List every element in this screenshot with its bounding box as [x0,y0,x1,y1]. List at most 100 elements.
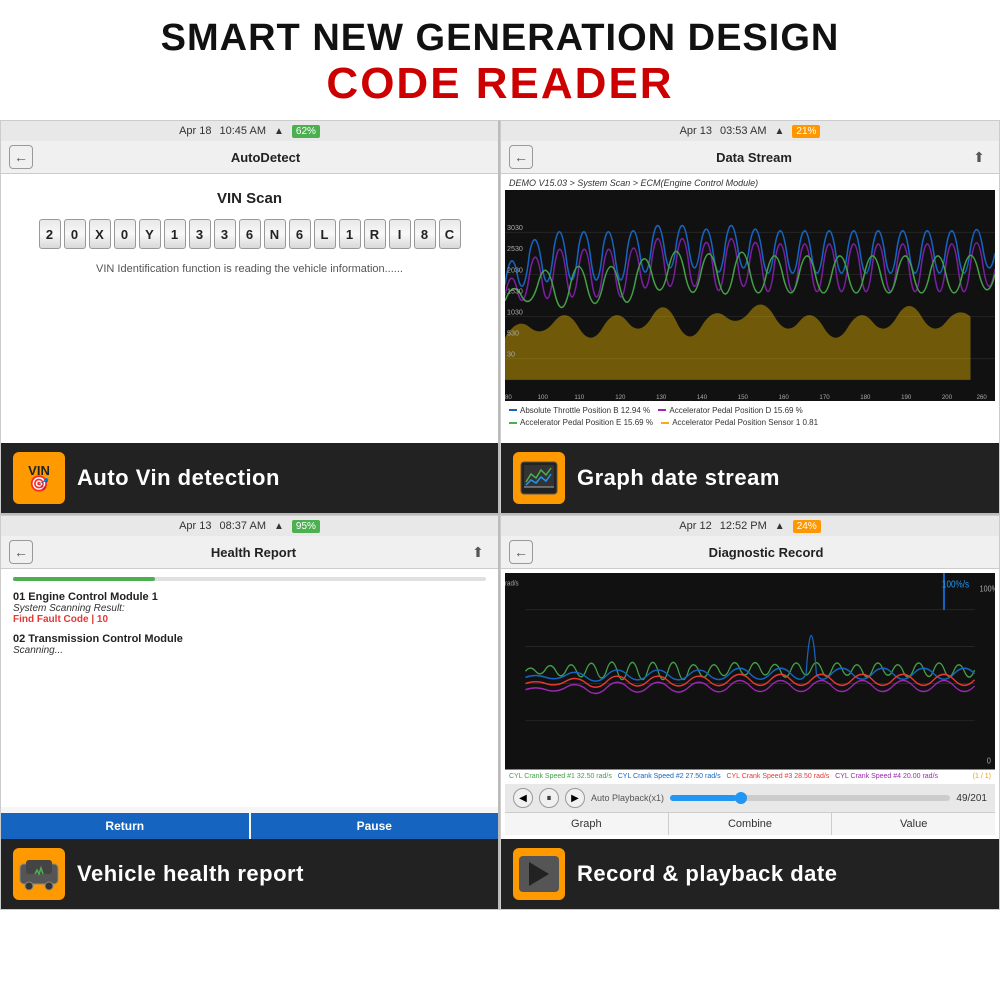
status-date-diag: Apr 12 [679,520,711,532]
diag-panel-content: 100% 0 100%/s [501,569,999,839]
battery-vin: 62% [292,125,320,138]
vin-char: 6 [239,219,261,249]
feature-bar-diag: Record & playback date [501,839,999,909]
vin-scan-area: VIN Scan 20X0Y1336N6L1RI8C VIN Identific… [1,174,498,291]
health-item-2-title: 02 Transmission Control Module [13,633,486,645]
export-icon-ds[interactable]: ⬆ [967,145,991,169]
back-button-diag[interactable]: ← [509,540,533,564]
diagnostic-chart: 100% 0 100%/s [505,573,995,770]
status-bar-diag: Apr 12 12:52 PM ▲ 24% [501,516,999,536]
app-bar-vin: ← AutoDetect [1,141,498,174]
health-progress-fill [13,577,155,581]
panel-data-stream: Apr 13 03:53 AM ▲ 21% ← Data Stream ⬆ DE… [500,120,1000,515]
vin-char: C [439,219,461,249]
app-bar-health: ← Health Report ⬆ [1,536,498,569]
svg-text:200: 200 [942,394,953,401]
app-bar-diag: ← Diagnostic Record [501,536,999,569]
vin-char: 3 [189,219,211,249]
tab-combine[interactable]: Combine [669,813,833,835]
vin-scan-title: VIN Scan [217,190,282,207]
car-health-icon [19,856,59,892]
ds-legend: Absolute Throttle Position B 12.94 % Acc… [505,401,995,430]
header-title-line2: CODE READER [10,60,990,108]
diag-legend-3: CYL Crank Speed #3 28.50 rad/s [726,773,829,780]
next-button[interactable]: ▶ [565,788,585,808]
vin-char: 2 [39,219,61,249]
legend-label-4: Accelerator Pedal Position Sensor 1 0.81 [672,417,818,428]
panel-grid: Apr 18 10:45 AM ▲ 62% ← AutoDetect VIN S… [0,120,1000,910]
diag-feature-icon [513,848,565,900]
health-item-1: 01 Engine Control Module 1 System Scanni… [13,591,486,625]
back-button-health[interactable]: ← [9,540,33,564]
diag-progress-fill [670,795,737,801]
diag-content-area: 100% 0 100%/s [501,569,999,839]
svg-text:2530: 2530 [507,244,523,253]
status-date-vin: Apr 18 [179,125,211,137]
diag-counter: 49/201 [956,793,987,804]
wifi-icon-health: ▲ [274,521,284,532]
svg-text:80: 80 [505,394,512,401]
svg-text:100: 100 [538,394,549,401]
svg-text:0: 0 [987,756,992,766]
wifi-icon-ds: ▲ [774,126,784,137]
diag-controls: ◀ ⏸ ▶ Auto Playback(x1) 49/201 [505,784,995,812]
battery-diag: 24% [793,520,821,533]
vin-char: Y [139,219,161,249]
vin-char: I [389,219,411,249]
diag-progress-thumb [735,792,747,804]
svg-text:130: 130 [656,394,667,401]
return-button[interactable]: Return [1,813,249,839]
diag-legend-2: CYL Crank Speed #2 27.50 rad/s [618,773,721,780]
vin-char: X [89,219,111,249]
vin-code-display: 20X0Y1336N6L1RI8C [39,219,461,249]
svg-text:170: 170 [819,394,830,401]
feature-bar-ds: Graph date stream [501,443,999,513]
vin-char: N [264,219,286,249]
svg-text:120: 120 [615,394,626,401]
status-date-health: Apr 13 [179,520,211,532]
health-item-1-fault: Find Fault Code | 10 [13,614,486,625]
graph-icon [519,460,559,496]
back-button-ds[interactable]: ← [509,145,533,169]
health-item-2: 02 Transmission Control Module Scanning.… [13,633,486,656]
svg-text:180: 180 [860,394,871,401]
tab-graph[interactable]: Graph [505,813,669,835]
back-button-vin[interactable]: ← [9,145,33,169]
prev-button[interactable]: ◀ [513,788,533,808]
vin-char: 1 [164,219,186,249]
app-title-health: Health Report [41,545,466,560]
health-progress-bar [13,577,486,581]
svg-text:1030: 1030 [507,308,523,317]
header-title-line1: SMART NEW GENERATION DESIGN [10,18,990,60]
pause-button-diag[interactable]: ⏸ [539,788,559,808]
status-time-vin: 10:45 AM [220,125,266,137]
health-item-2-sub: Scanning... [13,645,486,656]
panel-diagnostic: Apr 12 12:52 PM ▲ 24% ← Diagnostic Recor… [500,515,1000,910]
vin-char: 8 [414,219,436,249]
vin-char: 0 [64,219,86,249]
play-icon [529,862,549,886]
pause-button[interactable]: Pause [251,813,499,839]
vin-char: 3 [214,219,236,249]
diag-tab-bar: Graph Combine Value [505,812,995,835]
status-time-diag: 12:52 PM [720,520,767,532]
vin-icon-text: VIN 🎯 [28,464,50,493]
vin-feature-text: Auto Vin detection [77,465,280,491]
svg-text:1530: 1530 [507,286,523,295]
status-bar-ds: Apr 13 03:53 AM ▲ 21% [501,121,999,141]
wifi-icon-diag: ▲ [775,521,785,532]
health-feature-text: Vehicle health report [77,861,304,887]
diag-progress-bar[interactable] [670,795,950,801]
feature-bar-vin: VIN 🎯 Auto Vin detection [1,443,498,513]
tab-value[interactable]: Value [832,813,995,835]
app-title-vin: AutoDetect [41,150,490,165]
legend-label-2: Accelerator Pedal Position D 15.69 % [669,405,802,416]
diag-chart-area: 100% 0 100%/s [505,573,995,770]
export-icon-health[interactable]: ⬆ [466,540,490,564]
health-content-area: 01 Engine Control Module 1 System Scanni… [1,569,498,807]
status-time-health: 08:37 AM [220,520,266,532]
diag-legend-4: CYL Crank Speed #4 20.00 rad/s [835,773,938,780]
ds-content-area: DEMO V15.03 > System Scan > ECM(Engine C… [501,174,999,443]
status-bar-vin: Apr 18 10:45 AM ▲ 62% [1,121,498,141]
vin-feature-icon: VIN 🎯 [13,452,65,504]
